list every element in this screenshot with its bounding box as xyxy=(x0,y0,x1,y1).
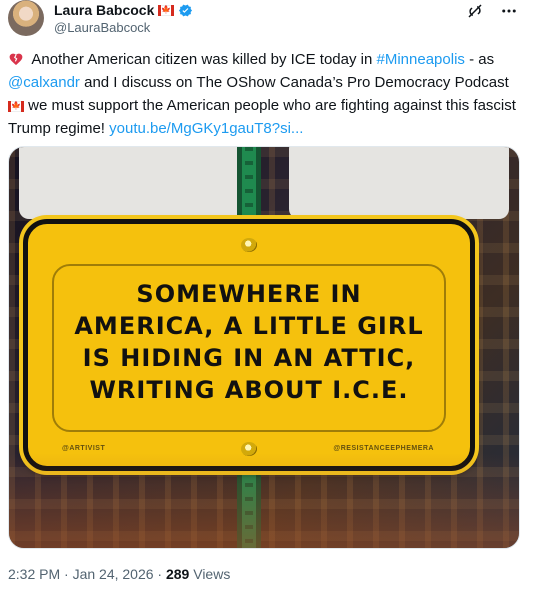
mention-link[interactable]: @calxandr xyxy=(8,74,80,91)
tweet-text-1: Another American citizen was killed by I… xyxy=(31,51,373,68)
youtube-link[interactable]: youtu.be/MgGKy1gauT8?si... xyxy=(109,120,303,137)
broken-heart-icon xyxy=(9,53,23,66)
sign-line-2: AMERICA, A LITTLE GIRL xyxy=(74,312,424,340)
lower-glow xyxy=(9,453,519,548)
tweet-image[interactable]: SOMEWHERE IN AMERICA, A LITTLE GIRL IS H… xyxy=(8,146,520,549)
verified-badge-icon xyxy=(179,4,193,16)
yellow-sign: SOMEWHERE IN AMERICA, A LITTLE GIRL IS H… xyxy=(23,219,475,471)
canada-flag-icon: 🍁 xyxy=(158,4,175,16)
author-name-row: Laura Babcock 🍁 xyxy=(54,2,193,18)
sign-bolt-top xyxy=(241,238,257,252)
author-avatar[interactable] xyxy=(8,0,44,36)
more-icon[interactable] xyxy=(500,2,518,20)
sign-credit-left: @ARTIVIST xyxy=(62,445,106,452)
tweet-body: Another American citizen was killed by I… xyxy=(8,48,518,140)
sign-line-3: IS HIDING IN AN ATTIC, xyxy=(82,344,416,372)
sign-text: SOMEWHERE IN AMERICA, A LITTLE GIRL IS H… xyxy=(28,278,470,406)
tweet-actions-top xyxy=(466,2,518,20)
sign-line-4: WRITING ABOUT I.C.E. xyxy=(89,376,409,404)
author-handle[interactable]: @LauraBabcock xyxy=(54,20,150,35)
sign-line-1: SOMEWHERE IN xyxy=(136,280,362,308)
hashtag-link[interactable]: #Minneapolis xyxy=(377,51,465,68)
views-label: Views xyxy=(193,566,231,582)
tweet-text-3: and I discuss on The OShow Canada’s Pro … xyxy=(84,74,509,91)
author-name[interactable]: Laura Babcock xyxy=(54,2,154,18)
sign-credit-right: @RESISTANCEEPHEMERA xyxy=(333,445,434,452)
timestamp[interactable]: 2:32 PM · Jan 24, 2026 · xyxy=(8,566,162,582)
upper-left-sign xyxy=(19,147,239,219)
tweet-meta: 2:32 PM · Jan 24, 2026 · 289 Views xyxy=(8,566,230,582)
upper-right-sign xyxy=(289,147,509,219)
views-count: 289 xyxy=(165,566,190,582)
tweet-text-2: - as xyxy=(469,51,495,68)
canada-flag-inline-icon: 🍁 xyxy=(8,100,24,112)
grok-icon[interactable] xyxy=(466,2,484,20)
